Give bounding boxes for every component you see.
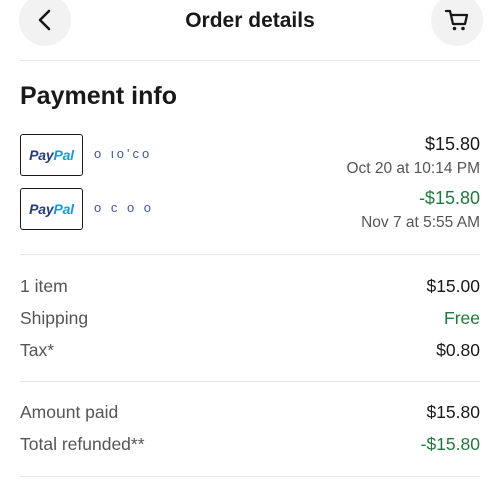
transaction-datetime: Nov 7 at 5:55 AM (361, 214, 480, 231)
items-row: 1 item $15.00 (20, 276, 480, 302)
cart-button[interactable] (431, 0, 483, 46)
cart-icon (444, 9, 469, 31)
shipping-label: Shipping (20, 308, 89, 328)
shipping-row: Shipping Free (20, 308, 480, 334)
amount-paid-label: Amount paid (20, 402, 119, 422)
divider (20, 60, 480, 61)
tax-value: $0.80 (436, 340, 480, 360)
divider (20, 254, 480, 255)
divider (20, 476, 480, 477)
account-masked: o ιo'cο (94, 146, 153, 161)
transaction-amount: -$15.80 (418, 188, 480, 208)
total-refunded-label: Total refunded** (20, 434, 145, 454)
transaction-datetime: Oct 20 at 10:14 PM (346, 160, 480, 177)
paypal-logo-text: Pal (53, 147, 74, 163)
paypal-logo-text: Pay (29, 201, 54, 217)
page-title: Order details (185, 9, 315, 32)
amount-paid-row: Amount paid $15.80 (20, 402, 480, 428)
payment-transaction: Pay Pal o ιo'cο $15.80 Oct 20 at 10:14 PM (20, 134, 480, 178)
tax-row: Tax* $0.80 (20, 340, 480, 366)
shipping-value: Free (444, 308, 480, 328)
amount-paid-value: $15.80 (426, 402, 480, 422)
total-refunded-row: Total refunded** -$15.80 (20, 434, 480, 460)
account-masked: o c o o (94, 200, 155, 215)
tax-label: Tax* (20, 340, 55, 360)
paypal-logo: Pay Pal (20, 188, 83, 230)
items-label: 1 item (20, 276, 68, 296)
transaction-amount: $15.80 (424, 134, 480, 154)
paypal-logo: Pay Pal (20, 134, 83, 176)
divider (20, 381, 480, 382)
payment-info-heading: Payment info (20, 82, 177, 110)
top-bar: Order details (0, 0, 500, 48)
items-value: $15.00 (426, 276, 480, 296)
total-refunded-value: -$15.80 (420, 434, 480, 454)
refund-transaction: Pay Pal o c o o -$15.80 Nov 7 at 5:55 AM (20, 188, 480, 232)
paypal-logo-text: Pay (29, 147, 54, 163)
paypal-logo-text: Pal (53, 201, 74, 217)
